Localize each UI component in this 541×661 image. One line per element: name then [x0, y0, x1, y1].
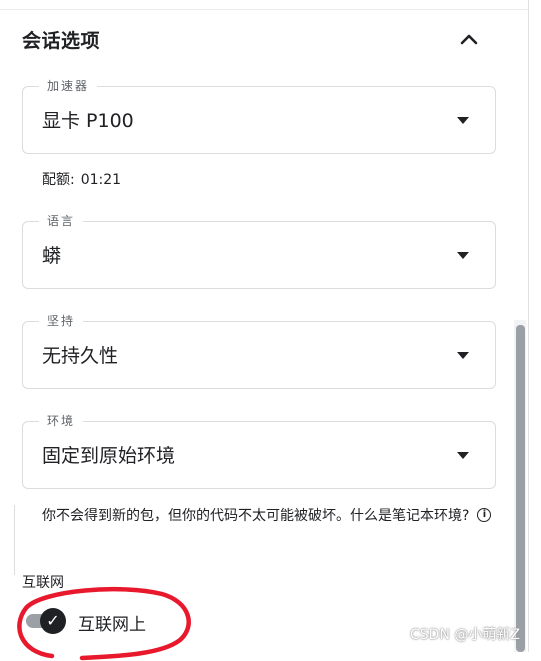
dropdown-arrow-icon	[457, 352, 469, 359]
accelerator-label: 加速器	[39, 77, 98, 95]
environment-note: 你不会得到新的包，但你的代码不太可能被破坏。什么是笔记本环境? i	[42, 504, 492, 528]
quota-value: 01:21	[80, 172, 122, 188]
chevron-up-icon[interactable]	[454, 24, 484, 54]
persistence-select[interactable]: 坚持 无持久性	[22, 312, 496, 389]
persistence-value: 无持久性	[42, 345, 119, 367]
environment-note-text: 你不会得到新的包，但你的代码不太可能被破坏。什么是笔记本环境?	[42, 508, 470, 524]
dropdown-arrow-icon	[457, 252, 469, 259]
internet-toggle-label: 互联网上	[78, 615, 146, 635]
environment-value: 固定到原始环境	[42, 445, 176, 467]
quota-info: 配额: 01:21	[42, 169, 121, 189]
language-select[interactable]: 语言 蟒	[22, 212, 496, 289]
dropdown-arrow-icon	[457, 117, 469, 124]
session-options-header[interactable]: 会话选项	[22, 24, 492, 54]
language-label: 语言	[39, 212, 84, 230]
internet-heading: 互联网	[22, 575, 64, 591]
internet-toggle[interactable]: ✓ 互联网上	[26, 605, 226, 637]
top-divider	[0, 9, 528, 10]
accelerator-select[interactable]: 加速器 显卡 P100	[22, 77, 496, 154]
environment-select[interactable]: 环境 固定到原始环境	[22, 412, 496, 489]
checkmark-icon[interactable]: ✓	[40, 608, 66, 634]
scrollbar-thumb[interactable]	[516, 325, 525, 652]
language-value: 蟒	[42, 245, 62, 267]
watermark: CSDN @小萌新Z	[410, 627, 520, 643]
accelerator-value: 显卡 P100	[42, 110, 134, 132]
dropdown-arrow-icon	[457, 452, 469, 459]
info-icon[interactable]: i	[477, 508, 492, 522]
environment-label: 环境	[39, 412, 84, 430]
quota-label: 配额:	[42, 172, 75, 188]
session-options-panel: 会话选项 加速器 显卡 P100 配额: 01:21 语言 蟒 坚持 无持久性 环…	[0, 0, 529, 652]
persistence-label: 坚持	[39, 312, 84, 330]
section-title: 会话选项	[22, 30, 101, 52]
left-divider	[14, 505, 15, 575]
